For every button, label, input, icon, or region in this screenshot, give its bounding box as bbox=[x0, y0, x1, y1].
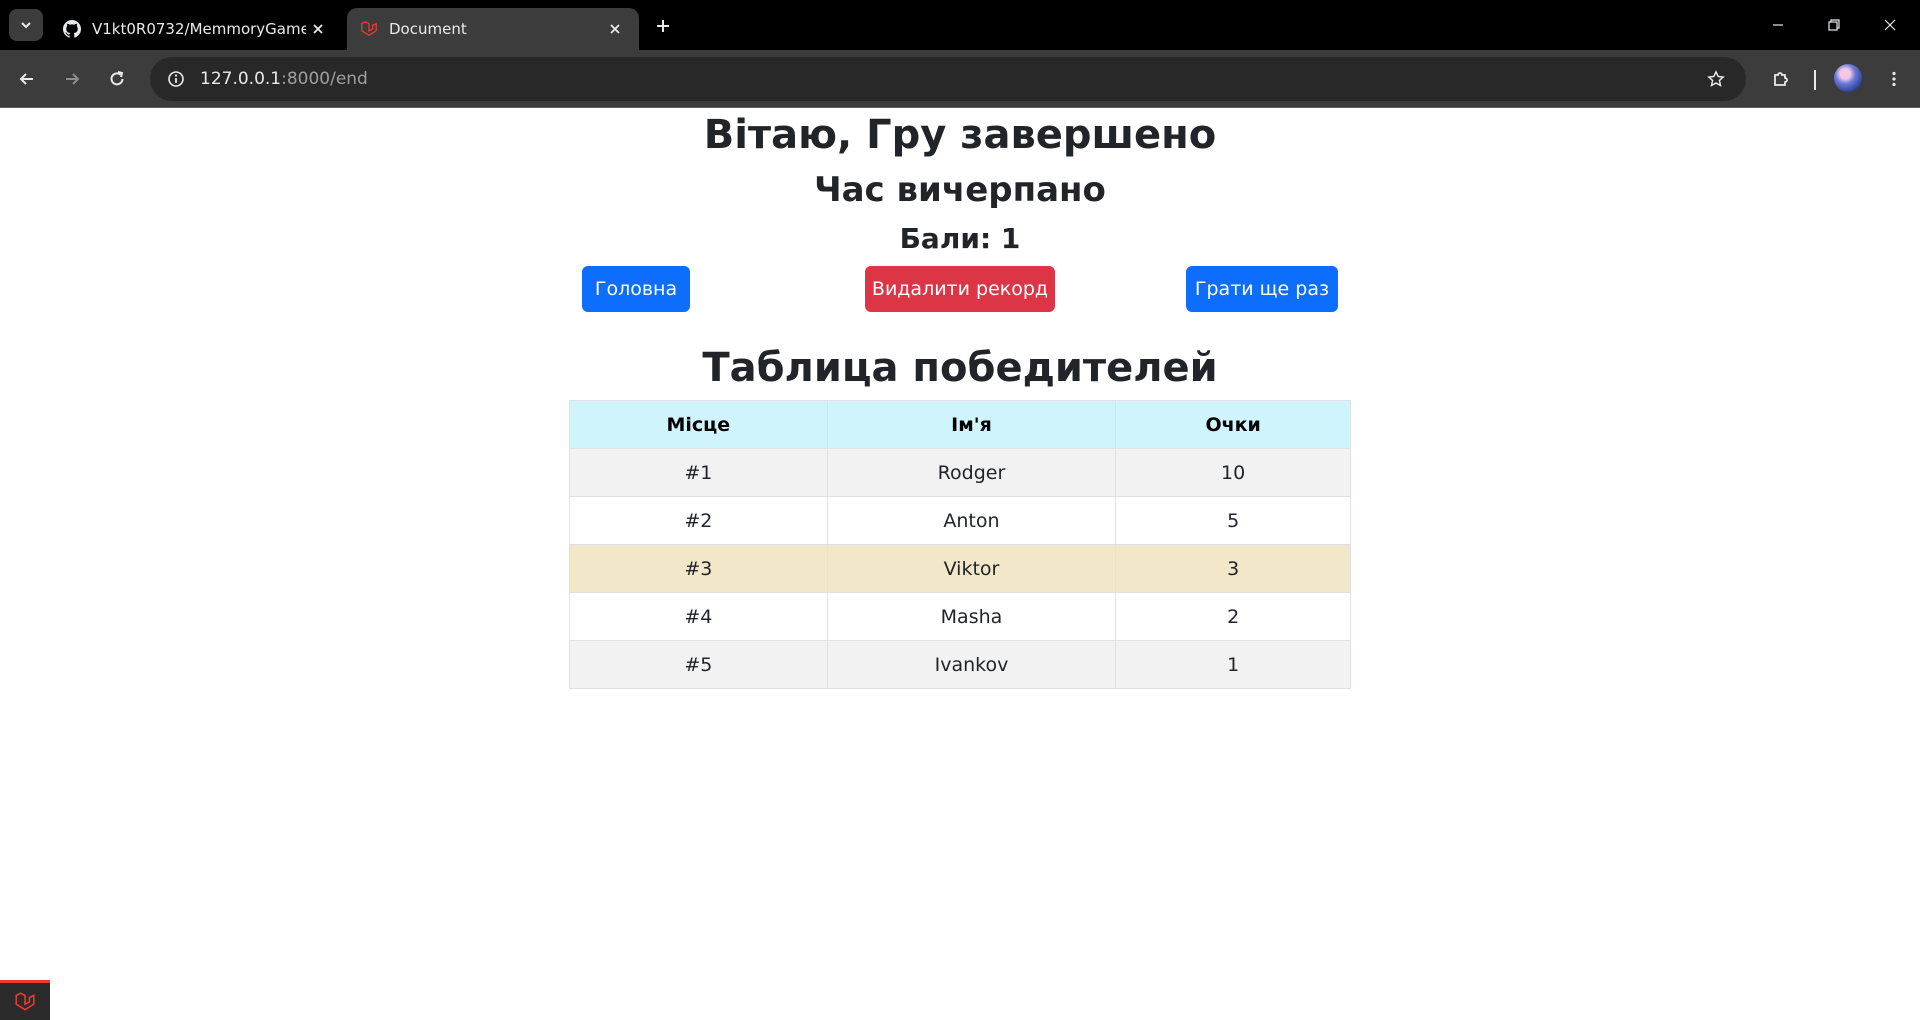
cell-name: Ivankov bbox=[826, 640, 1117, 689]
url-path: :8000/end bbox=[281, 69, 368, 89]
close-window-button[interactable] bbox=[1862, 0, 1918, 50]
cell-score: 5 bbox=[1115, 496, 1351, 545]
leaderboard-table: Місце Ім'я Очки #1 Rodger 10 #2 Anton 5 … bbox=[569, 400, 1351, 689]
tab-search-button[interactable] bbox=[9, 9, 43, 41]
table-row: #1 Rodger 10 bbox=[569, 448, 1351, 497]
restore-icon bbox=[1828, 19, 1840, 31]
site-info-icon[interactable] bbox=[156, 59, 196, 99]
cell-score: 1 bbox=[1115, 640, 1351, 689]
cell-name: Masha bbox=[826, 592, 1117, 641]
column-header-place: Місце bbox=[569, 400, 828, 449]
bookmark-star-icon[interactable] bbox=[1698, 61, 1734, 97]
page-title: Вітаю, Гру завершено bbox=[703, 112, 1217, 158]
cell-place: #1 bbox=[569, 448, 828, 497]
leaderboard-title: Таблица победителей bbox=[702, 345, 1218, 391]
forward-button[interactable] bbox=[54, 61, 90, 97]
browser-menu-button[interactable] bbox=[1876, 61, 1912, 97]
address-bar[interactable]: 127.0.0.1:8000/end bbox=[150, 57, 1746, 101]
cell-place: #5 bbox=[569, 640, 828, 689]
cell-score: 3 bbox=[1115, 544, 1351, 593]
restore-button[interactable] bbox=[1806, 0, 1862, 50]
cell-score: 2 bbox=[1115, 592, 1351, 641]
close-tab-icon[interactable] bbox=[603, 17, 627, 41]
arrow-left-icon bbox=[19, 73, 33, 85]
new-tab-button[interactable] bbox=[648, 11, 678, 41]
github-icon bbox=[62, 19, 82, 39]
time-up-message: Час вичерпано bbox=[814, 170, 1106, 210]
table-row: #4 Masha 2 bbox=[569, 592, 1351, 641]
cell-place: #2 bbox=[569, 496, 828, 545]
close-icon bbox=[1884, 19, 1896, 31]
back-button[interactable] bbox=[9, 61, 45, 97]
tab-title: V1kt0R0732/MemmoryGame: M bbox=[92, 20, 306, 38]
puzzle-icon bbox=[1774, 72, 1788, 86]
tab-document[interactable]: Document bbox=[347, 8, 639, 50]
cell-name: Anton bbox=[826, 496, 1117, 545]
table-row: #2 Anton 5 bbox=[569, 496, 1351, 545]
table-header-row: Місце Ім'я Очки bbox=[569, 400, 1351, 449]
cell-score: 10 bbox=[1115, 448, 1351, 497]
column-header-name: Ім'я bbox=[826, 400, 1117, 449]
toolbar-divider bbox=[1814, 70, 1816, 90]
debugbar-laravel-icon[interactable] bbox=[0, 980, 50, 1020]
browser-tab-bar: V1kt0R0732/MemmoryGame: M Document bbox=[0, 0, 1920, 50]
close-tab-icon[interactable] bbox=[306, 17, 330, 41]
profile-avatar[interactable] bbox=[1834, 64, 1862, 92]
home-button[interactable]: Головна bbox=[582, 266, 690, 312]
url-host: 127.0.0.1 bbox=[200, 69, 282, 89]
plus-icon bbox=[657, 20, 669, 32]
page-content: Вітаю, Гру завершено Час вичерпано Бали:… bbox=[0, 108, 1920, 1020]
table-row: #5 Ivankov 1 bbox=[569, 640, 1351, 689]
cell-place: #3 bbox=[569, 544, 828, 593]
play-again-button[interactable]: Грати ще раз bbox=[1186, 266, 1338, 312]
cell-place: #4 bbox=[569, 592, 828, 641]
arrow-right-icon bbox=[66, 73, 80, 85]
browser-toolbar: 127.0.0.1:8000/end bbox=[0, 50, 1920, 108]
delete-record-button[interactable]: Видалити рекорд bbox=[865, 266, 1055, 312]
tab-title: Document bbox=[389, 20, 467, 38]
laravel-icon bbox=[359, 19, 379, 39]
score-text: Бали: 1 bbox=[899, 222, 1021, 255]
minimize-icon bbox=[1773, 24, 1783, 26]
tab-github[interactable]: V1kt0R0732/MemmoryGame: M bbox=[50, 8, 342, 50]
minimize-button[interactable] bbox=[1750, 0, 1806, 50]
column-header-score: Очки bbox=[1115, 400, 1351, 449]
reload-button[interactable] bbox=[99, 61, 135, 97]
chevron-down-icon bbox=[21, 22, 31, 29]
extensions-button[interactable] bbox=[1763, 61, 1799, 97]
url-text: 127.0.0.1:8000/end bbox=[200, 69, 368, 89]
reload-icon bbox=[110, 71, 124, 86]
cell-name: Viktor bbox=[826, 544, 1117, 593]
more-vertical-icon bbox=[1892, 71, 1896, 87]
cell-name: Rodger bbox=[826, 448, 1117, 497]
table-row-highlighted: #3 Viktor 3 bbox=[569, 544, 1351, 593]
